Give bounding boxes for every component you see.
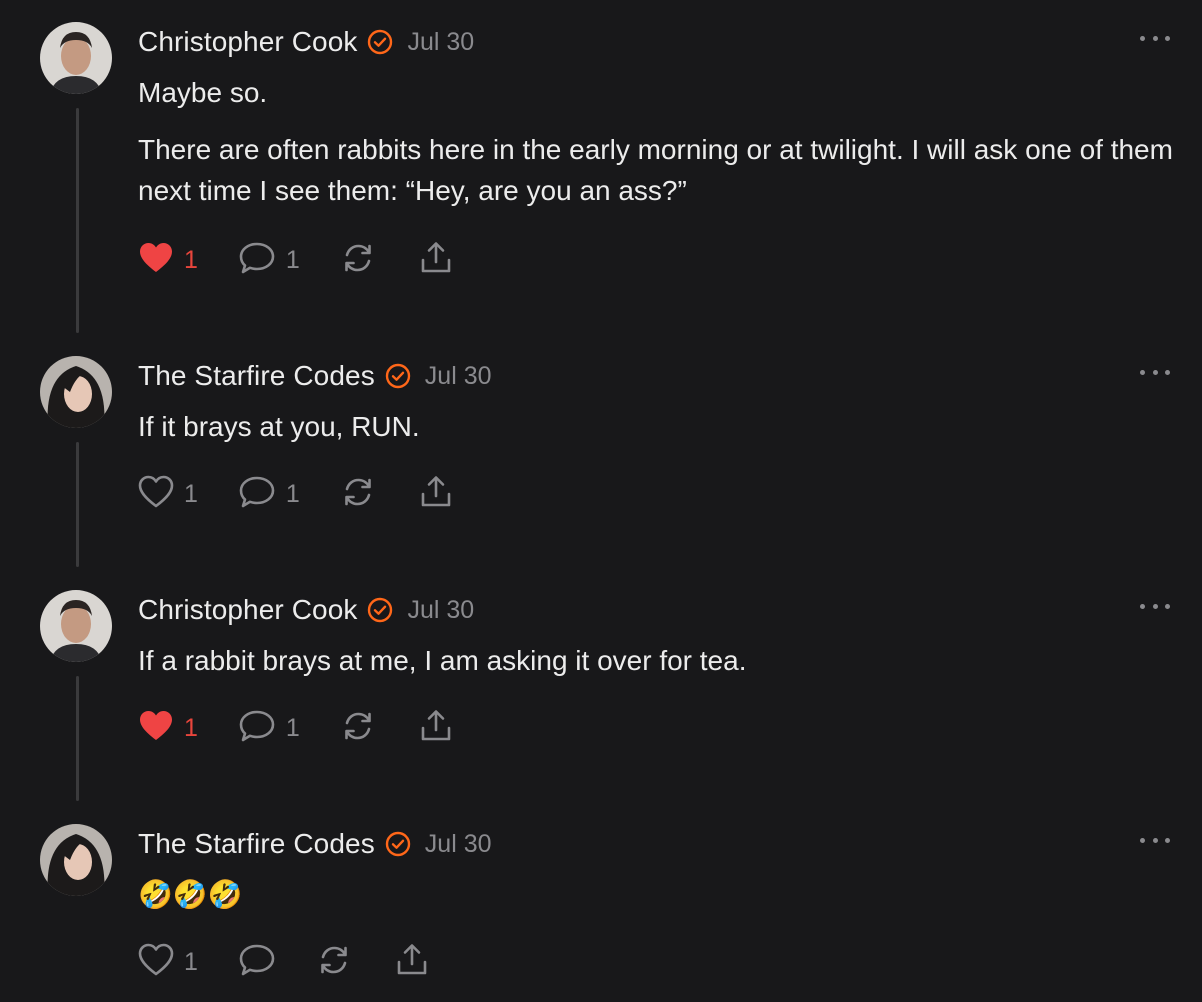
avatar[interactable] — [40, 590, 112, 662]
comment-date[interactable]: Jul 30 — [425, 830, 492, 859]
comment-date[interactable]: Jul 30 — [407, 596, 474, 625]
share-icon — [418, 474, 454, 515]
reply-button[interactable]: 1 — [238, 709, 300, 748]
like-count: 1 — [184, 479, 198, 508]
author-name[interactable]: Christopher Cook — [138, 594, 357, 626]
restack-button[interactable] — [340, 475, 376, 514]
comment-actions: 1 1 — [138, 708, 454, 748]
like-count: 1 — [184, 245, 198, 274]
thread-line — [76, 442, 79, 567]
like-button[interactable]: 1 — [138, 241, 198, 280]
restack-button[interactable] — [340, 241, 376, 280]
reply-button[interactable] — [238, 943, 276, 982]
comment-header: Christopher Cook Jul 30 — [138, 22, 474, 62]
like-button[interactable]: 1 — [138, 475, 198, 514]
comment-body: Maybe so. There are often rabbits here i… — [138, 72, 1182, 211]
comment-bubble-icon — [238, 241, 276, 280]
share-button[interactable] — [418, 240, 454, 281]
comment-body: If a rabbit brays at me, I am asking it … — [138, 640, 1182, 681]
more-options-icon[interactable] — [1140, 28, 1170, 48]
thread-line — [76, 108, 79, 333]
verified-badge-icon — [385, 831, 411, 857]
restack-icon — [316, 943, 352, 982]
restack-icon — [340, 475, 376, 514]
share-button[interactable] — [394, 942, 430, 983]
more-options-icon[interactable] — [1140, 596, 1170, 616]
verified-badge-icon — [367, 597, 393, 623]
like-count: 1 — [184, 947, 198, 976]
restack-button[interactable] — [316, 943, 352, 982]
comment-text: There are often rabbits here in the earl… — [138, 134, 1173, 206]
heart-icon — [138, 943, 174, 982]
share-button[interactable] — [418, 708, 454, 749]
share-icon — [394, 942, 430, 983]
verified-badge-icon — [367, 29, 393, 55]
author-name[interactable]: The Starfire Codes — [138, 360, 375, 392]
comment-text: Maybe so. — [138, 77, 268, 108]
comment-actions: 1 — [138, 942, 430, 982]
thread-line — [76, 676, 79, 801]
comment-actions: 1 1 — [138, 474, 454, 514]
reply-button[interactable]: 1 — [238, 241, 300, 280]
like-count: 1 — [184, 713, 198, 742]
comment-bubble-icon — [238, 709, 276, 748]
reply-count: 1 — [285, 713, 300, 742]
comment-header: The Starfire Codes Jul 30 — [138, 824, 492, 864]
comment-body: If it brays at you, RUN. — [138, 406, 1182, 447]
comment-bubble-icon — [238, 475, 276, 514]
comment-text: If it brays at you, RUN. — [138, 411, 420, 442]
comment-text: 🤣🤣🤣 — [138, 878, 243, 911]
heart-icon — [138, 241, 174, 280]
restack-button[interactable] — [340, 709, 376, 748]
more-options-icon[interactable] — [1140, 830, 1170, 850]
heart-icon — [138, 709, 174, 748]
author-name[interactable]: The Starfire Codes — [138, 828, 375, 860]
avatar[interactable] — [40, 356, 112, 428]
share-icon — [418, 240, 454, 281]
comment-text: If a rabbit brays at me, I am asking it … — [138, 645, 747, 676]
avatar[interactable] — [40, 824, 112, 896]
avatar[interactable] — [40, 22, 112, 94]
restack-icon — [340, 241, 376, 280]
author-name[interactable]: Christopher Cook — [138, 26, 357, 58]
comment-actions: 1 1 — [138, 240, 454, 280]
comment-body: 🤣🤣🤣 — [138, 874, 1182, 915]
reply-count: 1 — [285, 245, 300, 274]
comment-date[interactable]: Jul 30 — [425, 362, 492, 391]
like-button[interactable]: 1 — [138, 943, 198, 982]
verified-badge-icon — [385, 363, 411, 389]
restack-icon — [340, 709, 376, 748]
share-icon — [418, 708, 454, 749]
comment-header: The Starfire Codes Jul 30 — [138, 356, 492, 396]
more-options-icon[interactable] — [1140, 362, 1170, 382]
comment-bubble-icon — [238, 943, 276, 982]
comment-date[interactable]: Jul 30 — [407, 28, 474, 57]
reply-button[interactable]: 1 — [238, 475, 300, 514]
heart-icon — [138, 475, 174, 514]
comment-header: Christopher Cook Jul 30 — [138, 590, 474, 630]
reply-count: 1 — [285, 479, 300, 508]
share-button[interactable] — [418, 474, 454, 515]
like-button[interactable]: 1 — [138, 709, 198, 748]
